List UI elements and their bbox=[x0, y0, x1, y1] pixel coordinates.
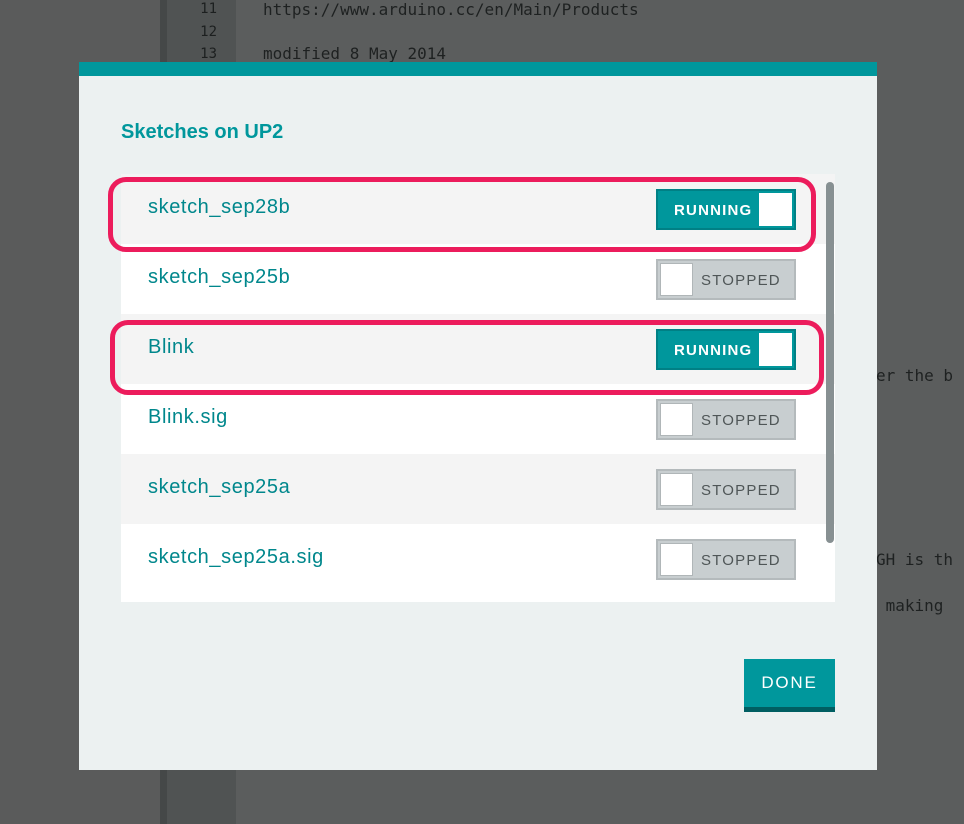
highlight-box-blink bbox=[110, 320, 824, 395]
code-fragment: making bbox=[876, 596, 954, 615]
toggle-knob bbox=[660, 543, 693, 576]
toggle-state-label: STOPPED bbox=[701, 412, 781, 429]
sketch-name: sketch_sep25b bbox=[148, 266, 291, 288]
highlight-box-sketch-sep28b bbox=[108, 177, 816, 252]
sketch-state-toggle[interactable]: STOPPED bbox=[656, 259, 796, 300]
code-line: https://www.arduino.cc/en/Main/Products bbox=[263, 0, 639, 19]
line-number: 12 bbox=[200, 24, 217, 40]
sketch-state-toggle[interactable]: STOPPED bbox=[656, 469, 796, 510]
line-number: 11 bbox=[200, 1, 217, 17]
done-button-label: DONE bbox=[761, 673, 818, 692]
toggle-knob bbox=[660, 473, 693, 506]
dialog-accent-bar bbox=[79, 62, 877, 76]
code-fragment: GH is th bbox=[876, 550, 954, 569]
sketch-row: sketch_sep25a.sig STOPPED bbox=[121, 524, 835, 594]
sketches-dialog: Sketches on UP2 sketch_sep28b RUNNING sk… bbox=[79, 62, 877, 770]
sketch-row: sketch_sep25a STOPPED bbox=[121, 454, 835, 524]
toggle-knob bbox=[660, 403, 693, 436]
toggle-state-label: STOPPED bbox=[701, 272, 781, 289]
list-scrollbar[interactable] bbox=[826, 182, 834, 543]
dialog-title: Sketches on UP2 bbox=[121, 121, 284, 143]
toggle-knob bbox=[660, 263, 693, 296]
done-button[interactable]: DONE bbox=[744, 659, 835, 712]
sketch-name: Blink.sig bbox=[148, 406, 228, 428]
sketch-row: sketch_sep25b STOPPED bbox=[121, 244, 835, 314]
toggle-state-label: STOPPED bbox=[701, 552, 781, 569]
line-number: 13 bbox=[200, 46, 217, 62]
sketch-name: sketch_sep25a bbox=[148, 476, 291, 498]
toggle-state-label: STOPPED bbox=[701, 482, 781, 499]
code-fragment: er the b bbox=[876, 366, 954, 385]
sketch-state-toggle[interactable]: STOPPED bbox=[656, 539, 796, 580]
sketch-name: sketch_sep25a.sig bbox=[148, 546, 324, 568]
code-line: modified 8 May 2014 bbox=[263, 44, 447, 63]
sketch-state-toggle[interactable]: STOPPED bbox=[656, 399, 796, 440]
